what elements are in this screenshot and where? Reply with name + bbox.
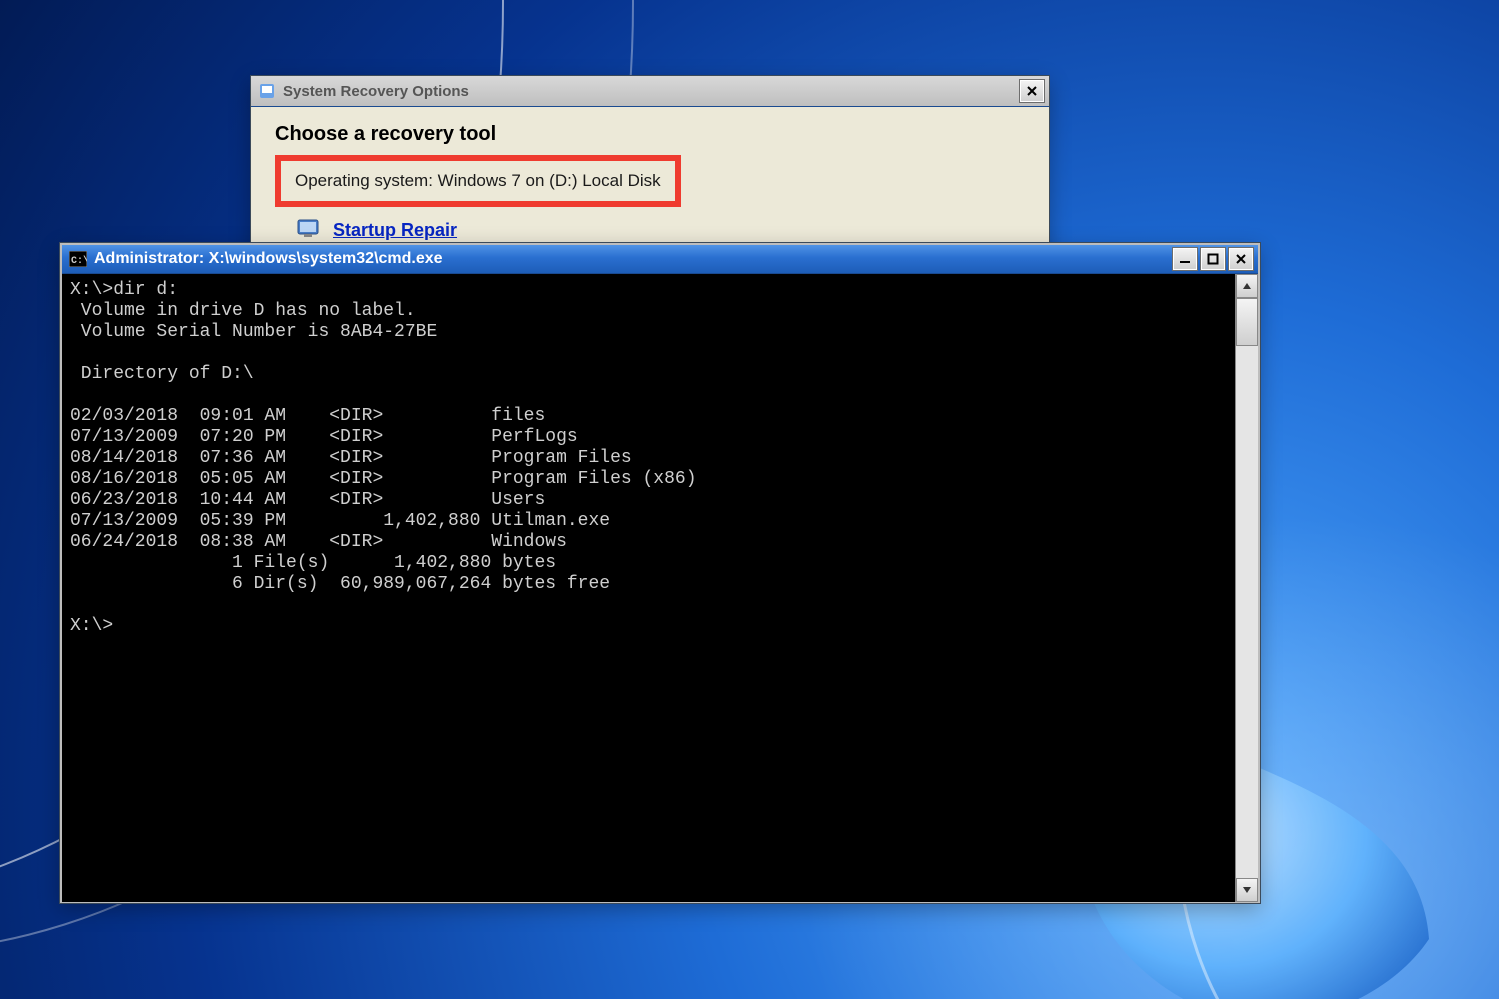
system-recovery-window: System Recovery Options Choose a recover… <box>251 76 1049 271</box>
choose-tool-heading: Choose a recovery tool <box>275 123 1025 147</box>
desktop-background: System Recovery Options Choose a recover… <box>0 0 1499 999</box>
recovery-window-icon <box>257 81 277 101</box>
close-button[interactable] <box>1019 79 1045 103</box>
recovery-title-text: System Recovery Options <box>283 83 469 100</box>
recovery-titlebar[interactable]: System Recovery Options <box>251 76 1049 107</box>
cmd-client-area: X:\>dir d: Volume in drive D has no labe… <box>62 274 1258 902</box>
startup-repair-icon <box>297 217 323 244</box>
startup-repair-link[interactable]: Startup Repair <box>333 220 457 241</box>
recovery-body: Choose a recovery tool Operating system:… <box>251 107 1049 254</box>
operating-system-line: Operating system: Windows 7 on (D:) Loca… <box>295 171 661 190</box>
close-button[interactable] <box>1228 247 1254 271</box>
vertical-scrollbar[interactable] <box>1235 274 1258 902</box>
scroll-track[interactable] <box>1236 298 1258 878</box>
console-output[interactable]: X:\>dir d: Volume in drive D has no labe… <box>62 274 1235 902</box>
cmd-window: C:\ Administrator: X:\windows\system32\c… <box>60 243 1260 903</box>
scroll-down-button[interactable] <box>1236 878 1258 902</box>
startup-repair-row: Startup Repair <box>297 217 1025 244</box>
scroll-thumb[interactable] <box>1236 298 1258 346</box>
cmd-titlebar[interactable]: C:\ Administrator: X:\windows\system32\c… <box>62 245 1258 274</box>
os-highlight-box: Operating system: Windows 7 on (D:) Loca… <box>275 155 681 207</box>
scroll-up-button[interactable] <box>1236 274 1258 298</box>
cmd-window-icon: C:\ <box>68 249 88 269</box>
maximize-button[interactable] <box>1200 247 1226 271</box>
minimize-button[interactable] <box>1172 247 1198 271</box>
cmd-title-text: Administrator: X:\windows\system32\cmd.e… <box>94 250 443 268</box>
svg-text:C:\: C:\ <box>71 255 87 267</box>
